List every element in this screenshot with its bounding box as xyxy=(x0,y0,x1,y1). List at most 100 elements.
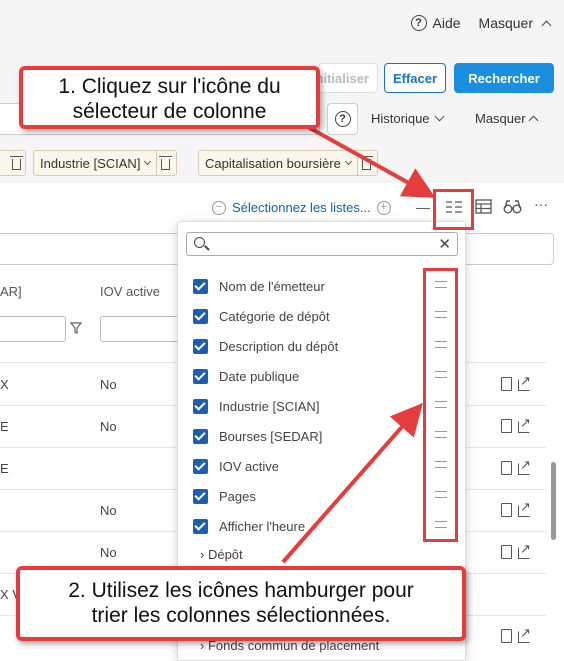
column-header-iov[interactable]: IOV active xyxy=(100,284,160,299)
callout-line: 1. Cliquez sur l'icône du xyxy=(58,75,281,98)
checkbox[interactable] xyxy=(193,458,208,474)
column-filter-input[interactable] xyxy=(0,316,66,342)
column-option[interactable]: Nom de l'émetteur xyxy=(193,276,455,296)
chevron-up-icon xyxy=(528,115,539,126)
results-toolbar: − Sélectionnez les listes... + — ··· xyxy=(0,196,564,220)
filter-icon[interactable] xyxy=(70,322,82,334)
document-icon[interactable] xyxy=(501,503,512,517)
table-cell: No xyxy=(100,377,117,392)
callout-line: 2. Utilisez les icônes hamburger pour xyxy=(68,579,414,602)
table-view-icon[interactable] xyxy=(475,199,492,214)
vertical-scrollbar[interactable] xyxy=(551,462,556,540)
table-cell: No xyxy=(100,419,117,434)
search-help-button[interactable]: ? xyxy=(327,103,358,135)
external-link-icon[interactable] xyxy=(518,373,531,391)
document-icon[interactable] xyxy=(501,461,512,475)
chevron-down-icon[interactable] xyxy=(144,157,152,165)
external-link-icon[interactable] xyxy=(518,625,531,643)
minus-circle-icon[interactable]: − xyxy=(212,200,226,215)
plus-circle-icon[interactable]: + xyxy=(376,200,391,215)
column-option-label: Pages xyxy=(219,488,256,504)
filter-chip-label: Industrie [SCIAN] xyxy=(40,155,141,171)
history-label: Historique xyxy=(371,111,430,126)
filter-chip-partial[interactable] xyxy=(0,150,26,176)
table-cell: E xyxy=(0,461,9,476)
table-cell: No xyxy=(100,503,117,518)
checkbox[interactable] xyxy=(193,338,208,354)
help-link[interactable]: Aide xyxy=(433,15,461,31)
highlight-drag-handles xyxy=(423,268,458,542)
chevron-up-icon[interactable] xyxy=(541,20,552,30)
close-icon[interactable]: ✕ xyxy=(438,235,451,253)
column-option-label: IOV active xyxy=(219,458,279,474)
checkbox[interactable] xyxy=(193,488,208,504)
help-icon: ? xyxy=(334,111,351,127)
column-option-label: Date publique xyxy=(219,368,300,384)
reset-button[interactable]: Réinitialiser xyxy=(318,63,378,93)
external-link-icon[interactable] xyxy=(518,415,531,433)
column-option[interactable]: Pages xyxy=(193,486,455,506)
checkbox[interactable] xyxy=(193,518,208,534)
clear-button[interactable]: Effacer xyxy=(384,63,446,93)
callout-line: sélecteur de colonne xyxy=(72,100,267,123)
external-link-icon[interactable] xyxy=(518,541,531,559)
checkbox[interactable] xyxy=(193,398,208,414)
checkbox[interactable] xyxy=(193,428,208,444)
table-cell: X xyxy=(0,377,9,392)
table-cell: E xyxy=(0,419,9,434)
filter-chip-market-cap[interactable]: Capitalisation boursière xyxy=(198,150,378,176)
column-option-label: Catégorie de dépôt xyxy=(219,308,330,324)
trash-icon[interactable] xyxy=(10,155,23,170)
document-icon[interactable] xyxy=(501,629,512,643)
instruction-callout-1: 1. Cliquez sur l'icône du sélecteur de c… xyxy=(19,66,320,129)
hide-link[interactable]: Masquer xyxy=(479,15,533,31)
column-option-label: Bourses [SEDAR] xyxy=(219,428,323,444)
checkbox[interactable] xyxy=(193,308,208,324)
select-lists-control[interactable]: − Sélectionnez les listes... + xyxy=(212,200,391,215)
hide-label: Masquer xyxy=(475,111,526,126)
trash-icon[interactable] xyxy=(159,155,173,170)
column-header-exchanges[interactable]: AR] xyxy=(0,284,22,299)
column-option-label: Industrie [SCIAN] xyxy=(219,398,320,414)
column-option[interactable]: Bourses [SEDAR] xyxy=(193,426,455,446)
active-filters: Industrie [SCIAN] Capitalisation boursiè… xyxy=(0,150,564,176)
trash-icon[interactable] xyxy=(359,155,373,170)
callout-line: trier les colonnes sélectionnées. xyxy=(91,604,391,627)
chevron-down-icon xyxy=(434,111,444,122)
chevron-down-icon[interactable] xyxy=(344,157,352,165)
document-icon[interactable] xyxy=(501,545,512,559)
column-option[interactable]: Afficher l'heure xyxy=(193,516,455,536)
column-option[interactable]: IOV active xyxy=(193,456,455,476)
column-search-input[interactable]: ✕ xyxy=(186,232,458,256)
select-lists-label[interactable]: Sélectionnez les listes... xyxy=(232,200,371,215)
column-option-label: Afficher l'heure xyxy=(219,518,306,534)
filter-chip-industry[interactable]: Industrie [SCIAN] xyxy=(33,150,178,176)
document-icon[interactable] xyxy=(501,419,512,433)
search-icon xyxy=(194,237,205,248)
search-button[interactable]: Rechercher xyxy=(454,63,554,93)
external-link-icon[interactable] xyxy=(518,457,531,475)
checkbox[interactable] xyxy=(193,278,208,294)
column-group-deposit[interactable]: › Dépôt xyxy=(200,547,243,562)
external-link-icon[interactable] xyxy=(518,499,531,517)
table-cell: No xyxy=(100,545,117,560)
help-row: ? Aide Masquer xyxy=(410,15,552,31)
history-dropdown[interactable]: Historique xyxy=(371,111,444,126)
column-option[interactable]: Description du dépôt xyxy=(193,336,455,356)
checkbox[interactable] xyxy=(193,368,208,384)
column-group-label: Dépôt xyxy=(207,547,243,562)
column-option[interactable]: Catégorie de dépôt xyxy=(193,306,455,326)
document-icon[interactable] xyxy=(501,377,512,391)
list-view-icon[interactable]: — xyxy=(416,199,430,215)
help-icon[interactable]: ? xyxy=(410,15,427,31)
column-option-label: Nom de l'émetteur xyxy=(219,278,325,294)
more-options-icon[interactable]: ··· xyxy=(534,196,548,212)
column-filter-input[interactable] xyxy=(100,316,180,342)
filter-chip-label: Capitalisation boursière xyxy=(205,155,341,171)
hide-search-toggle[interactable]: Masquer xyxy=(475,111,539,126)
column-option[interactable]: Date publique xyxy=(193,366,455,386)
chevron-right-icon: › xyxy=(200,547,208,562)
binoculars-icon[interactable] xyxy=(503,199,522,214)
column-option[interactable]: Industrie [SCIAN] xyxy=(193,396,455,416)
column-option-label: Description du dépôt xyxy=(219,338,339,354)
